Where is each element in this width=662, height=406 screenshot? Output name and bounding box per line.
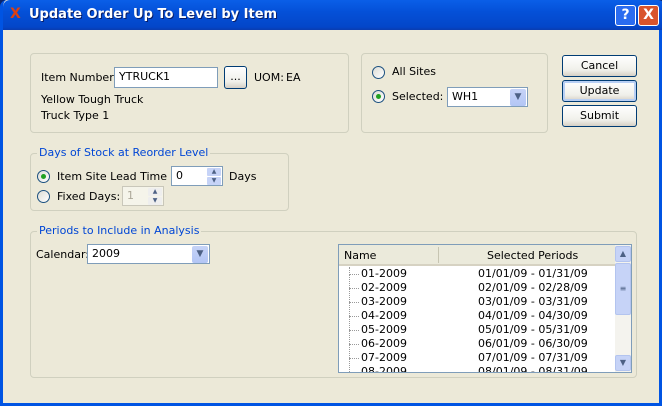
spinner-arrows[interactable]: ▲ ▼ [207,168,221,185]
list-header: Name Selected Periods [339,245,615,266]
period-range: 06/01/09 - 06/30/09 [478,337,588,350]
lead-time-radio[interactable] [37,170,50,183]
period-range: 08/01/09 - 08/31/09 [478,365,588,373]
selected-site-radio[interactable] [372,90,385,103]
all-sites-label: All Sites [392,65,436,78]
item-description-2: Truck Type 1 [41,109,110,122]
period-range: 03/01/09 - 03/31/09 [478,295,588,308]
period-name: 07-2009 [361,351,407,364]
periods-list[interactable]: Name Selected Periods 01-2009 01/01/09 - … [338,244,632,373]
period-name: 05-2009 [361,323,407,336]
tree-line [350,330,359,331]
scroll-thumb[interactable]: ≡ [615,263,631,315]
tree-line [350,274,359,275]
tree-line [349,344,350,358]
periods-group-title: Periods to Include in Analysis [37,224,202,237]
title-bar: X Update Order Up To Level by Item ? X [3,0,662,30]
list-item[interactable]: 01-2009 01/01/09 - 01/31/09 [339,267,615,281]
lead-time-value: 0 [176,169,183,182]
period-range: 07/01/09 - 07/31/09 [478,351,588,364]
list-item[interactable]: 08-2009 08/01/09 - 08/31/09 [339,358,615,373]
tree-line [350,302,359,303]
period-range: 01/01/09 - 01/31/09 [478,267,588,280]
list-item[interactable]: 04-2009 04/01/09 - 04/30/09 [339,302,615,323]
app-logo-icon: X [10,6,21,22]
fixed-days-value: 1 [127,189,134,202]
period-range: 02/01/09 - 02/28/09 [478,281,588,294]
column-header-periods[interactable]: Selected Periods [487,249,578,262]
spinner-arrows: ▲ ▼ [148,188,162,205]
vertical-scrollbar[interactable]: ▲ ≡ ▼ [615,245,631,372]
item-number-label: Item Number: [41,71,118,84]
tree-line [349,274,350,288]
selected-site-label: Selected: [392,90,444,103]
period-name: 04-2009 [361,309,407,322]
site-select-value: WH1 [452,90,479,103]
scroll-up-icon[interactable]: ▲ [615,246,631,262]
scroll-down-icon[interactable]: ▼ [615,355,631,371]
update-button[interactable]: Update [562,80,637,102]
list-item[interactable]: 03-2009 03/01/09 - 03/31/09 [339,288,615,309]
lead-time-spinner[interactable]: 0 ▲ ▼ [171,166,223,186]
period-name: 02-2009 [361,281,407,294]
window-title: Update Order Up To Level by Item [29,7,278,22]
tree-line [349,330,350,344]
period-range: 05/01/09 - 05/31/09 [478,323,588,336]
column-header-name[interactable]: Name [344,249,376,262]
calendar-label: Calendar: [36,248,89,261]
period-range: 04/01/09 - 04/30/09 [478,309,588,322]
calendar-select[interactable]: 2009 ▼ [87,244,210,264]
tree-line [349,288,350,302]
lead-time-label: Item Site Lead Time + [57,170,180,183]
uom-value: EA [286,71,301,84]
close-button[interactable]: X [638,5,659,26]
fixed-days-spinner[interactable]: 1 ▲ ▼ [122,186,164,206]
list-item[interactable]: 02-2009 02/01/09 - 02/28/09 [339,274,615,295]
calendar-select-value: 2009 [92,247,120,260]
uom-label: UOM: [254,71,284,84]
item-description-1: Yellow Tough Truck [41,93,144,106]
tree-line [350,372,359,373]
column-divider [438,247,439,263]
lead-time-suffix: Days [229,170,257,183]
site-select[interactable]: WH1 ▼ [447,87,528,107]
tree-line [349,316,350,330]
item-lookup-button[interactable]: ... [224,66,247,89]
submit-button[interactable]: Submit [562,105,637,127]
list-item[interactable]: 05-2009 05/01/09 - 05/31/09 [339,316,615,337]
tree-line [350,344,359,345]
list-item[interactable]: 06-2009 06/01/09 - 06/30/09 [339,330,615,351]
period-name: 01-2009 [361,267,407,280]
period-name: 06-2009 [361,337,407,350]
dialog-window: X Update Order Up To Level by Item ? X I… [0,0,662,406]
fixed-days-radio[interactable] [37,190,50,203]
period-name: 08-2009 [361,365,407,373]
days-group-title: Days of Stock at Reorder Level [37,146,211,159]
tree-line [350,358,359,359]
tree-line [350,316,359,317]
help-button[interactable]: ? [615,5,636,26]
fixed-days-label: Fixed Days: [57,190,121,203]
all-sites-radio[interactable] [372,66,385,79]
chevron-down-icon[interactable]: ▼ [192,246,208,263]
item-number-input[interactable]: YTRUCK1 [114,67,218,88]
tree-line [349,302,350,316]
chevron-down-icon[interactable]: ▼ [510,89,526,106]
tree-line [349,358,350,372]
period-name: 03-2009 [361,295,407,308]
cancel-button[interactable]: Cancel [562,55,637,77]
list-item[interactable]: 07-2009 07/01/09 - 07/31/09 [339,344,615,365]
tree-line [350,288,359,289]
